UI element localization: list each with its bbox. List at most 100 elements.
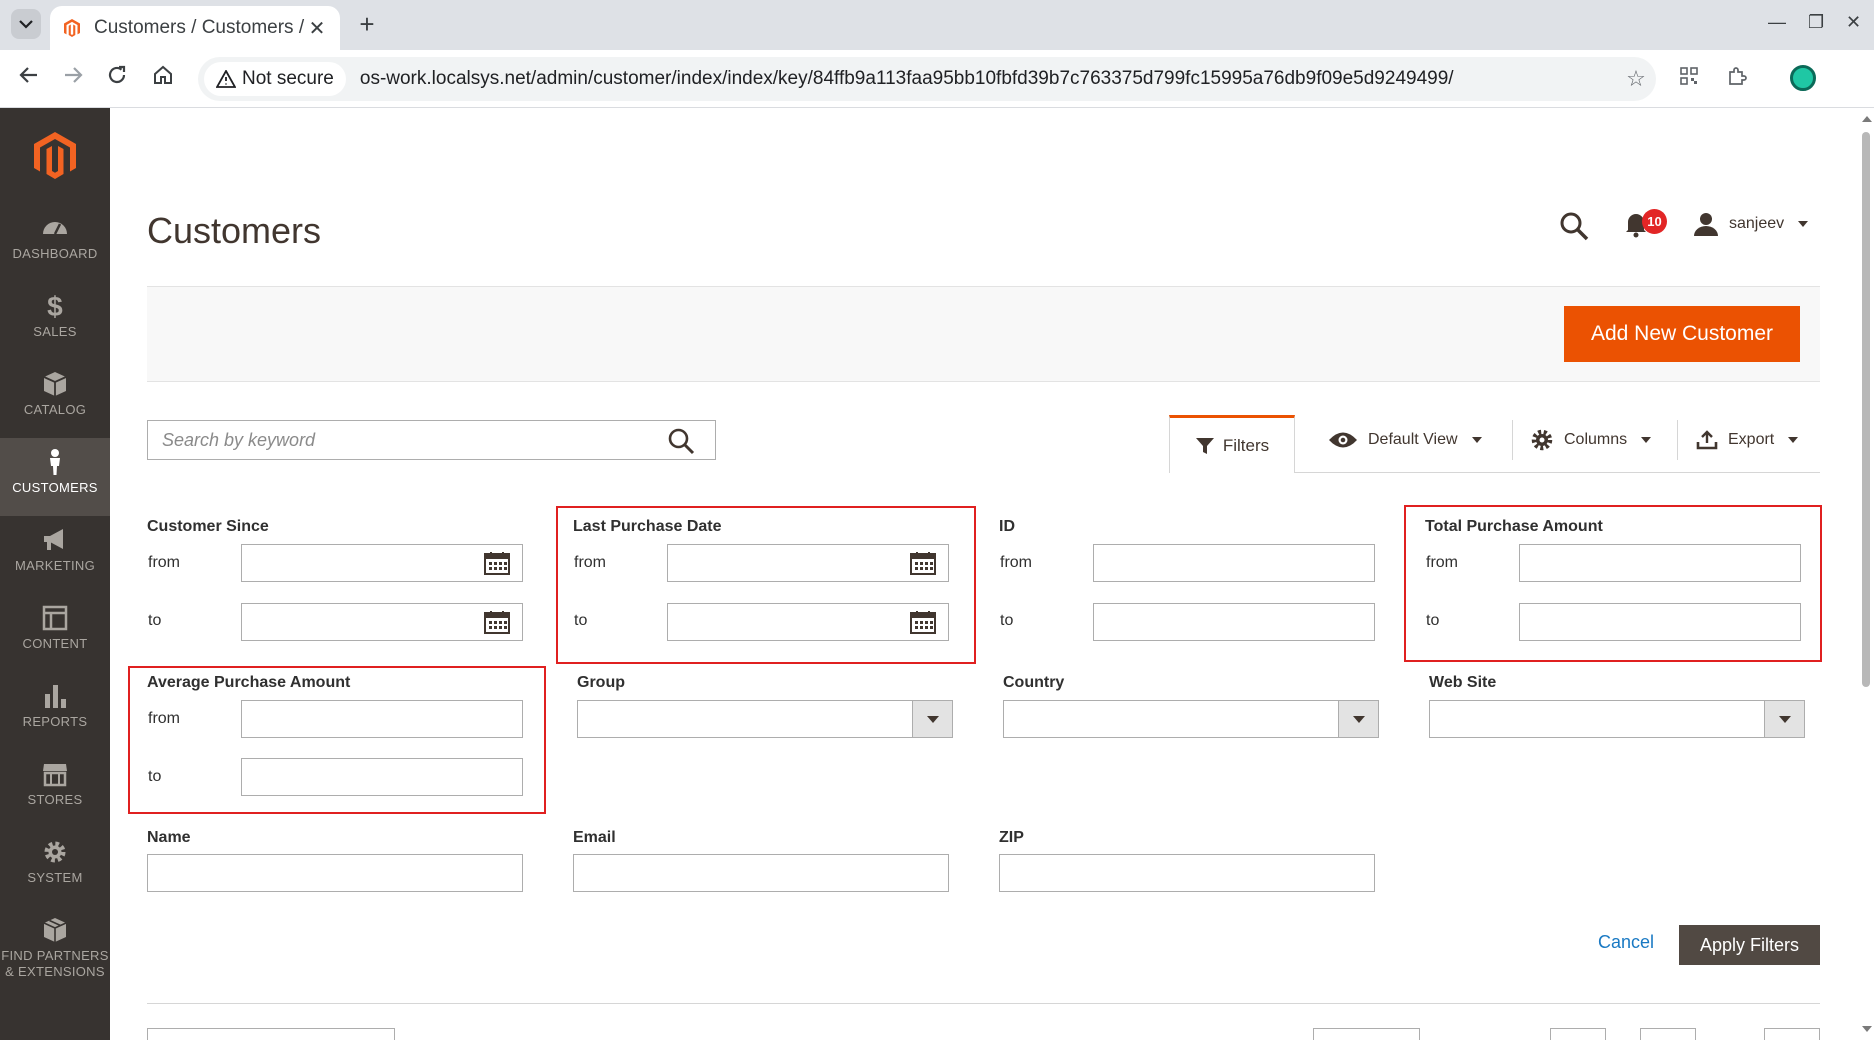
window-close-icon[interactable]: ✕ bbox=[1846, 12, 1861, 33]
admin-username: sanjeev bbox=[1729, 215, 1785, 232]
cancel-filters-link[interactable]: Cancel bbox=[1598, 932, 1654, 953]
back-icon[interactable] bbox=[14, 64, 44, 94]
admin-user-menu[interactable]: sanjeev bbox=[1693, 212, 1809, 236]
email-input[interactable] bbox=[573, 854, 949, 892]
minimize-icon[interactable]: — bbox=[1768, 12, 1786, 33]
id-from-input[interactable] bbox=[1093, 544, 1375, 582]
filter-funnel-icon bbox=[1195, 437, 1214, 454]
tab-title: Customers / Customers / bbox=[94, 17, 305, 38]
id-from-label: from bbox=[1000, 554, 1032, 571]
security-chip[interactable]: Not secure bbox=[204, 62, 346, 96]
toolbar-divider bbox=[1512, 420, 1513, 460]
partners-boxes-icon bbox=[43, 918, 67, 942]
columns-caret-icon bbox=[1641, 437, 1652, 443]
default-view-label: Default View bbox=[1368, 431, 1458, 448]
warning-icon bbox=[216, 70, 236, 88]
default-view-caret-icon bbox=[1471, 437, 1482, 443]
next-page-button[interactable] bbox=[1764, 1028, 1820, 1040]
page-number-input[interactable] bbox=[1640, 1028, 1696, 1040]
prev-page-button[interactable] bbox=[1550, 1028, 1606, 1040]
tab-close-icon[interactable]: ✕ bbox=[306, 16, 328, 41]
megaphone-icon bbox=[44, 529, 63, 550]
zip-label: ZIP bbox=[999, 829, 1024, 846]
customer-since-to-input[interactable] bbox=[241, 603, 523, 641]
profile-avatar[interactable] bbox=[1790, 65, 1816, 91]
layout-icon bbox=[42, 605, 68, 631]
highlight-box bbox=[556, 506, 976, 664]
new-tab-button[interactable]: + bbox=[352, 10, 382, 40]
bookmark-star-icon[interactable]: ☆ bbox=[1616, 66, 1656, 92]
id-label: ID bbox=[999, 518, 1015, 535]
export-label: Export bbox=[1728, 431, 1775, 448]
columns-label: Columns bbox=[1564, 431, 1628, 448]
address-bar[interactable]: Not secure os-work.localsys.net/admin/cu… bbox=[198, 57, 1656, 101]
forward-icon[interactable] bbox=[58, 64, 88, 94]
keyword-search-input[interactable] bbox=[148, 421, 648, 459]
group-select[interactable] bbox=[577, 700, 953, 738]
nav-find-partners[interactable]: FIND PARTNERS & EXTENSIONS bbox=[0, 906, 110, 1006]
notifications-count-badge[interactable]: 10 bbox=[1642, 209, 1667, 234]
customer-since-from-input[interactable] bbox=[241, 544, 523, 582]
url-text[interactable]: os-work.localsys.net/admin/customer/inde… bbox=[360, 68, 1616, 90]
nav-dashboard[interactable]: DASHBOARD bbox=[0, 204, 110, 282]
scrollbar-thumb[interactable] bbox=[1862, 132, 1870, 687]
admin-sidebar: DASHBOARD $ SALES CATALOG CUSTOMERS MARK… bbox=[0, 108, 110, 1040]
gear-icon bbox=[1531, 429, 1553, 451]
search-submit-icon[interactable] bbox=[667, 427, 695, 455]
security-label: Not secure bbox=[242, 68, 334, 89]
name-input[interactable] bbox=[147, 854, 523, 892]
extensions-icon[interactable] bbox=[1722, 65, 1752, 95]
qr-code-icon[interactable] bbox=[1674, 65, 1704, 95]
highlight-box bbox=[128, 666, 546, 814]
browser-tab-bar: Customers / Customers / ✕ + — ❐ ✕ bbox=[0, 0, 1874, 50]
user-icon bbox=[1694, 213, 1718, 236]
calendar-icon[interactable] bbox=[484, 610, 510, 634]
dashboard-icon bbox=[43, 222, 67, 235]
default-view-dropdown[interactable]: Default View bbox=[1328, 424, 1482, 456]
add-new-customer-button[interactable]: Add New Customer bbox=[1564, 306, 1800, 362]
mass-actions-select[interactable] bbox=[147, 1028, 395, 1040]
nav-content[interactable]: CONTENT bbox=[0, 594, 110, 672]
svg-text:$: $ bbox=[47, 292, 63, 320]
magento-favicon-icon bbox=[64, 19, 80, 37]
magento-logo-icon[interactable] bbox=[31, 130, 79, 182]
page-title: Customers bbox=[147, 210, 322, 251]
keyword-search bbox=[147, 420, 716, 460]
restore-icon[interactable]: ❐ bbox=[1808, 12, 1824, 33]
export-caret-icon bbox=[1788, 437, 1799, 443]
scroll-up-icon[interactable] bbox=[1862, 116, 1872, 122]
box-icon bbox=[43, 372, 67, 396]
tab-search-button[interactable] bbox=[11, 9, 41, 39]
web-site-label: Web Site bbox=[1429, 674, 1497, 691]
home-icon[interactable] bbox=[148, 64, 178, 94]
bar-chart-icon bbox=[45, 685, 66, 708]
nav-sales[interactable]: $ SALES bbox=[0, 282, 110, 360]
nav-catalog[interactable]: CATALOG bbox=[0, 360, 110, 438]
nav-system[interactable]: SYSTEM bbox=[0, 828, 110, 906]
scroll-down-icon[interactable] bbox=[1862, 1026, 1872, 1032]
nav-marketing[interactable]: MARKETING bbox=[0, 516, 110, 594]
columns-dropdown[interactable]: Columns bbox=[1530, 424, 1652, 456]
nav-reports[interactable]: REPORTS bbox=[0, 672, 110, 750]
nav-stores[interactable]: STORES bbox=[0, 750, 110, 828]
zip-input[interactable] bbox=[999, 854, 1375, 892]
calendar-icon[interactable] bbox=[484, 551, 510, 575]
country-label: Country bbox=[1003, 674, 1065, 691]
per-page-select[interactable] bbox=[1313, 1028, 1420, 1040]
web-site-select[interactable] bbox=[1429, 700, 1805, 738]
country-select[interactable] bbox=[1003, 700, 1379, 738]
dollar-icon: $ bbox=[47, 292, 63, 320]
global-search-icon[interactable] bbox=[1558, 210, 1590, 242]
store-icon bbox=[43, 764, 67, 787]
apply-filters-button[interactable]: Apply Filters bbox=[1679, 925, 1820, 965]
reload-icon[interactable] bbox=[102, 64, 132, 94]
id-to-input[interactable] bbox=[1093, 603, 1375, 641]
browser-tab[interactable]: Customers / Customers / ✕ bbox=[50, 6, 340, 50]
customer-since-to-label: to bbox=[148, 612, 162, 629]
nav-customers[interactable]: CUSTOMERS bbox=[0, 438, 110, 516]
filters-label: Filters bbox=[1222, 435, 1270, 455]
tabs-underline bbox=[1295, 472, 1820, 473]
filters-tab[interactable]: Filters bbox=[1169, 415, 1295, 473]
customer-since-from-label: from bbox=[148, 554, 180, 571]
export-dropdown[interactable]: Export bbox=[1696, 424, 1799, 456]
